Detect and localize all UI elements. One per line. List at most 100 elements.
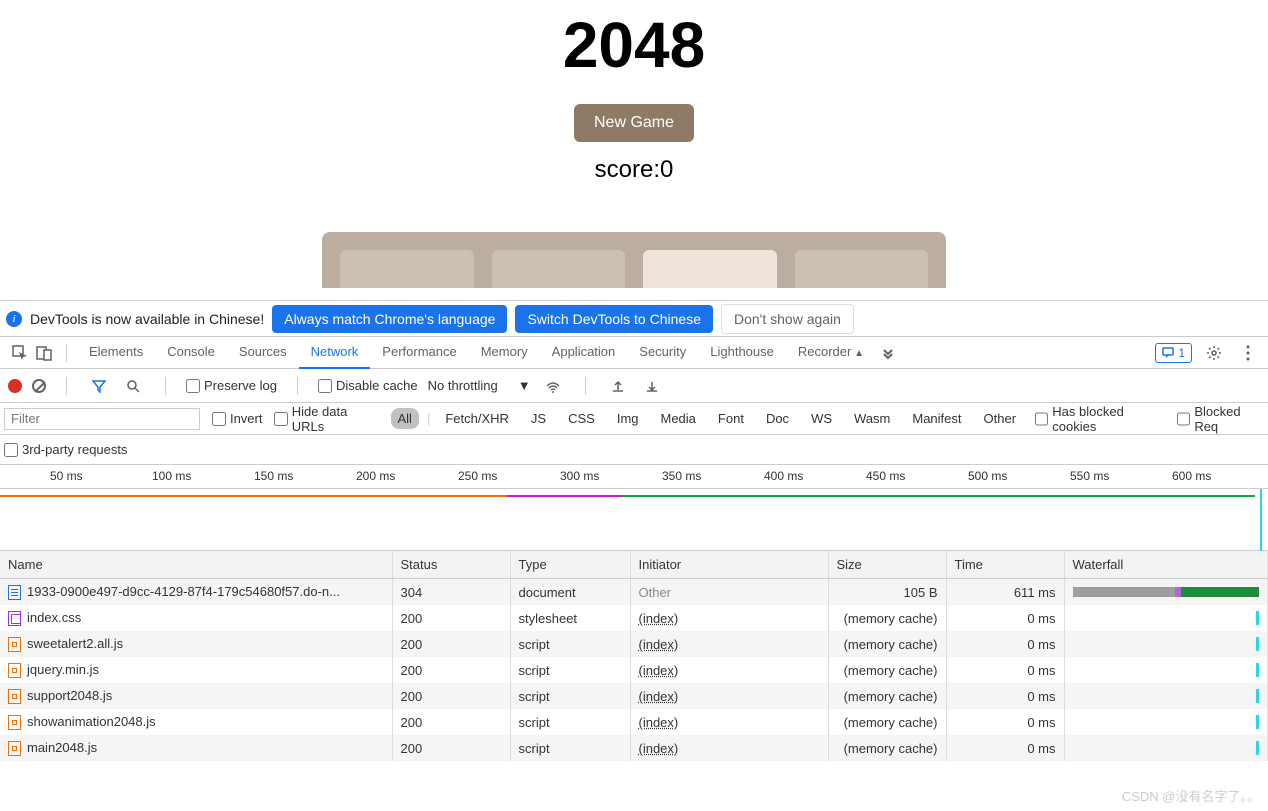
filter-toggle-icon[interactable] [87,374,111,398]
network-conditions-icon[interactable] [541,374,565,398]
tab-console[interactable]: Console [155,336,227,369]
tab-performance[interactable]: Performance [370,336,468,369]
js-file-icon [8,663,21,678]
ruler-mark: 100 ms [152,469,191,483]
network-toolbar: Preserve log Disable cache No throttling… [0,369,1268,403]
network-table: Name Status Type Initiator Size Time Wat… [0,551,1268,761]
filter-type-all[interactable]: All [391,408,419,429]
message-icon [1162,347,1174,359]
table-row[interactable]: jquery.min.js200script(index)(memory cac… [0,657,1268,683]
col-waterfall[interactable]: Waterfall [1064,551,1268,579]
initiator-link[interactable]: (index) [639,741,679,756]
filter-type-wasm[interactable]: Wasm [847,408,897,429]
switch-devtools-language-button[interactable]: Switch DevTools to Chinese [515,305,713,333]
ruler-mark: 50 ms [50,469,83,483]
initiator-link[interactable]: (index) [639,715,679,730]
filter-type-font[interactable]: Font [711,408,751,429]
table-row[interactable]: sweetalert2.all.js200script(index)(memor… [0,631,1268,657]
ruler-mark: 150 ms [254,469,293,483]
file-name: 1933-0900e497-d9cc-4129-87f4-179c54680f5… [27,584,340,599]
inspect-element-icon[interactable] [8,341,32,365]
file-name: index.css [27,610,81,625]
message-count: 1 [1178,346,1185,360]
devtools-tabs: ElementsConsoleSourcesNetworkPerformance… [0,336,1268,369]
search-icon[interactable] [121,374,145,398]
file-name: main2048.js [27,740,97,755]
more-tabs-icon[interactable] [876,341,900,365]
disable-cache-checkbox[interactable]: Disable cache [318,378,418,393]
device-toolbar-icon[interactable] [32,341,56,365]
file-name: support2048.js [27,688,112,703]
invert-checkbox[interactable]: Invert [212,411,263,426]
page-content: 2048 New Game score:0 [0,0,1268,300]
initiator-link[interactable]: (index) [639,637,679,652]
timeline-overview[interactable] [0,489,1268,551]
filter-type-media[interactable]: Media [654,408,703,429]
waterfall-bar [1073,611,1260,625]
settings-icon[interactable] [1202,341,1226,365]
tab-application[interactable]: Application [540,336,628,369]
filter-type-doc[interactable]: Doc [759,408,796,429]
blocked-cookies-checkbox[interactable]: Has blocked cookies [1035,404,1165,434]
tab-network[interactable]: Network [299,336,371,369]
hide-data-urls-checkbox[interactable]: Hide data URLs [274,404,378,434]
tab-recorder[interactable]: Recorder ▲ [786,336,876,369]
download-har-icon[interactable] [640,374,664,398]
tab-sources[interactable]: Sources [227,336,299,369]
filter-type-manifest[interactable]: Manifest [905,408,968,429]
initiator-link[interactable]: (index) [639,663,679,678]
col-time[interactable]: Time [946,551,1064,579]
tile [795,250,929,288]
doc-file-icon [8,585,21,600]
table-row[interactable]: support2048.js200script(index)(memory ca… [0,683,1268,709]
filter-type-js[interactable]: JS [524,408,553,429]
ruler-mark: 600 ms [1172,469,1211,483]
tab-security[interactable]: Security [627,336,698,369]
col-type[interactable]: Type [510,551,630,579]
filter-input[interactable] [4,408,200,430]
file-name: sweetalert2.all.js [27,636,123,651]
throttling-select[interactable]: No throttling ▼ [428,378,531,393]
tab-lighthouse[interactable]: Lighthouse [698,336,786,369]
timeline-ruler[interactable]: 50 ms100 ms150 ms200 ms250 ms300 ms350 m… [0,465,1268,489]
table-row[interactable]: 1933-0900e497-d9cc-4129-87f4-179c54680f5… [0,579,1268,606]
filter-type-img[interactable]: Img [610,408,646,429]
dont-show-again-button[interactable]: Don't show again [721,304,854,334]
tab-elements[interactable]: Elements [77,336,155,369]
table-row[interactable]: showanimation2048.js200script(index)(mem… [0,709,1268,735]
record-button[interactable] [8,379,22,393]
upload-har-icon[interactable] [606,374,630,398]
js-file-icon [8,637,21,652]
separator [585,377,586,395]
clear-button[interactable] [32,379,46,393]
score-label: score:0 [595,156,674,184]
filter-type-ws[interactable]: WS [804,408,839,429]
game-board [322,232,946,288]
third-party-checkbox[interactable]: 3rd-party requests [4,442,128,457]
blocked-requests-checkbox[interactable]: Blocked Req [1177,404,1264,434]
filter-type-fetch-xhr[interactable]: Fetch/XHR [438,408,516,429]
always-match-language-button[interactable]: Always match Chrome's language [272,305,507,333]
initiator-link[interactable]: (index) [639,611,679,626]
table-row[interactable]: index.css200stylesheet(index)(memory cac… [0,605,1268,631]
new-game-button[interactable]: New Game [574,104,694,142]
separator [165,377,166,395]
preserve-log-checkbox[interactable]: Preserve log [186,378,277,393]
col-size[interactable]: Size [828,551,946,579]
col-initiator[interactable]: Initiator [630,551,828,579]
waterfall-bar [1073,585,1260,599]
tab-memory[interactable]: Memory [469,336,540,369]
ruler-mark: 200 ms [356,469,395,483]
filter-type-other[interactable]: Other [977,408,1024,429]
filter-type-css[interactable]: CSS [561,408,602,429]
col-status[interactable]: Status [392,551,510,579]
separator [66,344,67,362]
tile [340,250,474,288]
initiator-link[interactable]: (index) [639,689,679,704]
waterfall-bar [1073,689,1260,703]
more-options-icon[interactable] [1236,341,1260,365]
file-name: showanimation2048.js [27,714,156,729]
table-row[interactable]: main2048.js200script(index)(memory cache… [0,735,1268,761]
console-messages-badge[interactable]: 1 [1155,343,1192,363]
col-name[interactable]: Name [0,551,392,579]
